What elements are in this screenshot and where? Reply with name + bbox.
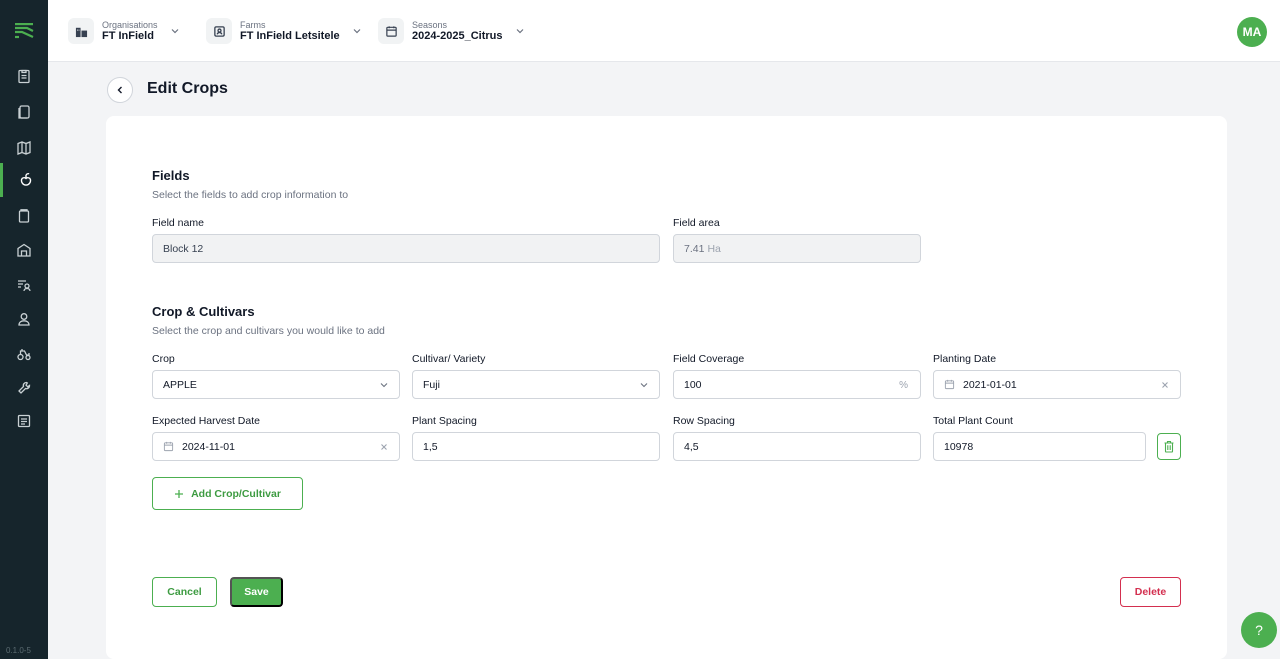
plus-icon xyxy=(175,489,184,498)
plant-spacing-input[interactable]: 1,5 xyxy=(412,432,660,461)
trash-icon xyxy=(1164,440,1174,453)
cultivar-value: Fuji xyxy=(423,378,440,391)
cultivar-label: Cultivar/ Variety xyxy=(412,353,486,365)
plant-spacing-value: 1,5 xyxy=(423,440,438,453)
sidebar-item-reports[interactable] xyxy=(0,404,48,438)
plant-count-input[interactable]: 10978 xyxy=(933,432,1146,461)
clipboard-icon xyxy=(18,69,30,84)
help-button[interactable]: ? xyxy=(1241,612,1277,648)
chevron-down-icon xyxy=(516,29,523,34)
field-area-unit: Ha xyxy=(707,242,721,255)
coverage-value: 100 xyxy=(684,378,702,391)
farm-label: Farms xyxy=(240,19,266,30)
organisation-value: FT InField xyxy=(102,29,154,42)
plant-count-value: 10978 xyxy=(944,440,974,453)
copy-icon xyxy=(18,105,30,119)
chevron-down-icon xyxy=(353,29,361,34)
farm-icon xyxy=(206,18,232,44)
cultivar-select[interactable]: Fuji xyxy=(412,370,660,399)
season-label: Seasons xyxy=(412,19,448,30)
bin-icon xyxy=(18,209,30,223)
planting-date-value: 2021-01-01 xyxy=(963,378,1017,391)
fields-section-subtitle: Select the fields to add crop informatio… xyxy=(152,189,349,201)
field-name-input: Block 12 xyxy=(152,234,660,263)
field-area-label: Field area xyxy=(673,217,720,229)
harvest-date-label: Expected Harvest Date xyxy=(152,415,260,427)
crop-section-subtitle: Select the crop and cultivars you would … xyxy=(152,325,385,337)
app-logo-icon[interactable] xyxy=(13,20,35,42)
crop-select[interactable]: APPLE xyxy=(152,370,400,399)
report-icon xyxy=(17,414,31,428)
planting-date-label: Planting Date xyxy=(933,353,997,365)
add-crop-cultivar-label: Add Crop/Cultivar xyxy=(191,487,281,500)
back-button[interactable] xyxy=(107,77,133,103)
season-selector[interactable]: Seasons 2024-2025_Citrus xyxy=(378,15,525,47)
barn-icon xyxy=(17,243,31,257)
tractor-icon xyxy=(17,349,31,361)
calendar-icon xyxy=(163,441,174,452)
coverage-unit: % xyxy=(899,380,908,391)
planting-date-picker[interactable]: 2021-01-01 xyxy=(933,370,1181,399)
user-avatar[interactable]: MA xyxy=(1237,17,1267,47)
fields-section-title: Fields xyxy=(152,168,190,183)
row-spacing-input[interactable]: 4,5 xyxy=(673,432,921,461)
add-crop-cultivar-button[interactable]: Add Crop/Cultivar xyxy=(152,477,303,510)
organisation-icon xyxy=(68,18,94,44)
crop-value: APPLE xyxy=(163,378,197,391)
crop-icon xyxy=(20,173,31,186)
coverage-label: Field Coverage xyxy=(673,353,745,365)
field-area-value: 7.41 xyxy=(684,242,705,255)
harvest-date-value: 2024-11-01 xyxy=(182,440,235,453)
field-name-value: Block 12 xyxy=(163,242,204,255)
sidebar-item-maps[interactable] xyxy=(0,131,48,165)
crop-label: Crop xyxy=(152,353,175,365)
plant-count-label: Total Plant Count xyxy=(933,415,1013,427)
row-spacing-label: Row Spacing xyxy=(673,415,735,427)
chevron-left-icon xyxy=(117,86,122,94)
field-area-input: 7.41 Ha xyxy=(673,234,921,263)
cancel-button[interactable]: Cancel xyxy=(152,577,217,607)
calendar-icon xyxy=(944,379,955,390)
clear-icon[interactable] xyxy=(379,442,389,452)
sidebar-item-tasks[interactable] xyxy=(0,59,48,93)
harvest-date-picker[interactable]: 2024-11-01 xyxy=(152,432,400,461)
chevron-down-icon xyxy=(640,383,648,388)
sidebar: 0.1.0-5 xyxy=(0,0,48,659)
sidebar-item-crops[interactable] xyxy=(0,163,48,197)
delete-button[interactable]: Delete xyxy=(1120,577,1181,607)
wrench-icon xyxy=(18,381,31,394)
row-spacing-value: 4,5 xyxy=(684,440,699,453)
sidebar-item-buildings[interactable] xyxy=(0,233,48,267)
chevron-down-icon xyxy=(380,383,388,388)
calendar-icon xyxy=(378,18,404,44)
crop-section-title: Crop & Cultivars xyxy=(152,304,255,319)
sidebar-item-tools[interactable] xyxy=(0,371,48,405)
clear-icon[interactable] xyxy=(1160,380,1170,390)
delete-row-button[interactable] xyxy=(1157,433,1181,460)
season-value: 2024-2025_Citrus xyxy=(412,29,503,42)
organisation-selector[interactable]: Organisations FT InField xyxy=(68,15,180,47)
organisation-label: Organisations xyxy=(102,19,158,30)
app-version: 0.1.0-5 xyxy=(6,646,31,655)
farm-value: FT InField Letsitele xyxy=(240,29,340,42)
top-bar: Organisations FT InField Farms FT InFiel… xyxy=(48,0,1280,62)
page-title: Edit Crops xyxy=(147,80,228,97)
sidebar-item-equipment[interactable] xyxy=(0,337,48,371)
save-button[interactable]: Save xyxy=(230,577,283,607)
farm-selector[interactable]: Farms FT InField Letsitele xyxy=(206,15,362,47)
edit-crops-form: Fields Select the fields to add crop inf… xyxy=(106,116,1227,659)
map-icon xyxy=(17,141,31,155)
coverage-input[interactable]: 100 % xyxy=(673,370,921,399)
filter-user-icon xyxy=(18,280,31,292)
sidebar-item-workers[interactable] xyxy=(0,268,48,302)
plant-spacing-label: Plant Spacing xyxy=(412,415,477,427)
chevron-down-icon xyxy=(171,29,178,34)
user-icon xyxy=(18,313,30,326)
sidebar-item-storage[interactable] xyxy=(0,199,48,233)
sidebar-item-records[interactable] xyxy=(0,95,48,129)
sidebar-item-users[interactable] xyxy=(0,302,48,336)
field-name-label: Field name xyxy=(152,217,204,229)
